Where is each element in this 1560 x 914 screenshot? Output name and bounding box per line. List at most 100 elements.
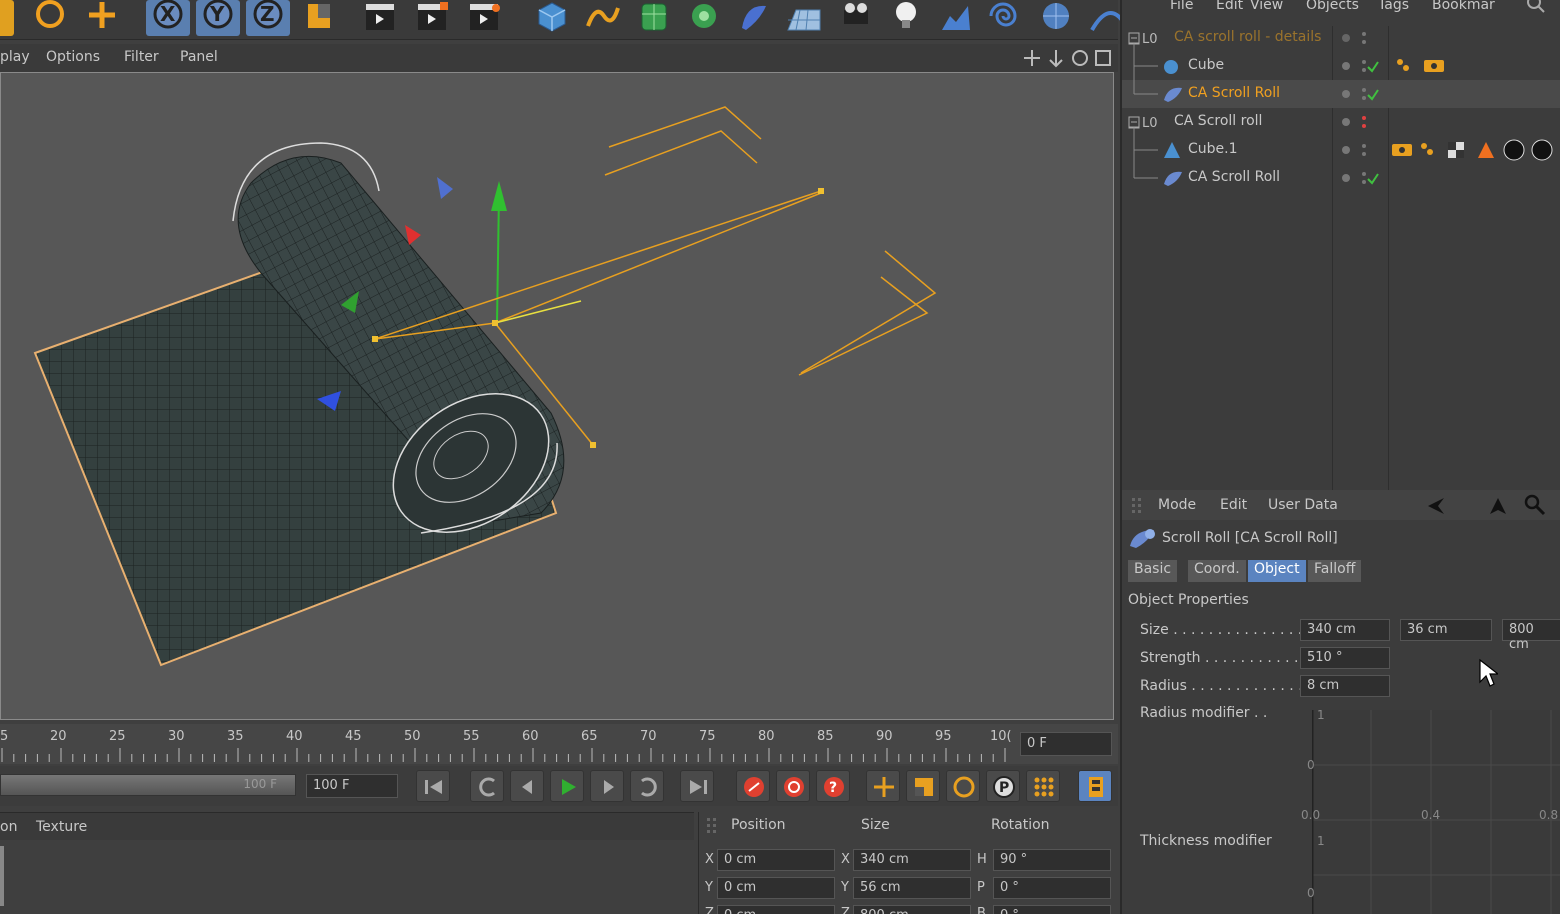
menu-bookmarks[interactable]: Bookmar xyxy=(1432,0,1495,13)
visibility-dots-icon[interactable] xyxy=(1340,114,1370,130)
position-y-field[interactable]: 0 cm xyxy=(717,877,835,899)
position-x-field[interactable]: 0 cm xyxy=(717,849,835,871)
floor-icon[interactable] xyxy=(782,0,826,36)
z-axis-lock-icon[interactable]: Z xyxy=(246,0,290,36)
rotate-tool-icon[interactable] xyxy=(28,0,72,36)
menu-texture[interactable]: Texture xyxy=(36,819,87,835)
menu-options[interactable]: Options xyxy=(46,49,100,65)
timeline-window-icon[interactable] xyxy=(1078,770,1112,802)
deformer-icon[interactable] xyxy=(732,0,776,36)
size-z-label: Z xyxy=(841,906,850,914)
y-axis-lock-icon[interactable]: Y xyxy=(196,0,240,36)
rotation-p-field[interactable]: 0 ° xyxy=(993,877,1111,899)
object-name: CA Scroll Roll xyxy=(1188,169,1281,185)
radius-field[interactable]: 8 cm xyxy=(1300,675,1390,697)
coordinate-system-icon[interactable] xyxy=(298,0,342,36)
cube-primitive-icon[interactable] xyxy=(530,0,574,36)
menu-view[interactable]: View xyxy=(1250,0,1283,13)
search-icon[interactable] xyxy=(1524,494,1546,516)
object-row-null-details[interactable]: L0 CA scroll roll - details xyxy=(1122,24,1560,52)
add-icon[interactable] xyxy=(80,0,124,36)
back-arrow-icon[interactable] xyxy=(1426,496,1446,516)
menu-user-data[interactable]: User Data xyxy=(1268,497,1338,513)
visibility-check-icon[interactable] xyxy=(1340,86,1380,102)
render-view-icon[interactable] xyxy=(358,0,402,36)
object-row-cube-1[interactable]: Cube.1 xyxy=(1122,136,1560,164)
parameter-key-icon[interactable]: P xyxy=(986,770,1020,802)
mograph-cloner-icon[interactable] xyxy=(682,0,726,36)
visibility-check-icon[interactable] xyxy=(1340,170,1380,186)
render-picture-viewer-icon[interactable] xyxy=(410,0,454,36)
object-row-null-scroll-roll[interactable]: L0 CA Scroll roll xyxy=(1122,108,1560,136)
menu-edit[interactable]: Edit xyxy=(1216,0,1243,13)
previous-frame-button[interactable] xyxy=(510,770,544,802)
tab-basic[interactable]: Basic xyxy=(1128,560,1178,582)
live-select-icon[interactable] xyxy=(0,0,14,36)
end-frame-field[interactable]: 100 F xyxy=(306,774,398,798)
menu-mode[interactable]: Mode xyxy=(1158,497,1196,513)
visibility-dots-icon[interactable] xyxy=(1340,142,1370,158)
rotation-b-field[interactable]: 0 ° xyxy=(993,905,1111,914)
menu-objects[interactable]: Objects xyxy=(1306,0,1359,13)
hierarchy-tree-lines xyxy=(1128,32,1158,179)
tag-icons[interactable] xyxy=(1394,56,1454,76)
rotation-key-icon[interactable] xyxy=(946,770,980,802)
tab-falloff[interactable]: Falloff xyxy=(1308,560,1362,582)
size-y-field[interactable]: 36 cm xyxy=(1400,619,1492,641)
keyframe-selection-icon[interactable]: ? xyxy=(816,770,850,802)
next-key-button[interactable] xyxy=(630,770,664,802)
spline-pen-icon[interactable] xyxy=(580,0,624,36)
next-frame-button[interactable] xyxy=(590,770,624,802)
size-x-field[interactable]: 340 cm xyxy=(853,849,971,871)
position-key-icon[interactable] xyxy=(866,770,900,802)
object-row-scroll-roll-2[interactable]: CA Scroll Roll xyxy=(1122,164,1560,192)
previous-key-button[interactable] xyxy=(470,770,504,802)
menu-tags[interactable]: Tags xyxy=(1378,0,1409,13)
visibility-dots-icon[interactable] xyxy=(1340,30,1370,46)
material-manager-area[interactable] xyxy=(0,840,694,914)
up-arrow-icon[interactable] xyxy=(1488,496,1508,516)
object-row-cube[interactable]: Cube xyxy=(1122,52,1560,80)
x-axis-lock-icon[interactable]: X xyxy=(146,0,190,36)
hair-icon[interactable] xyxy=(1084,0,1124,36)
size-x-field[interactable]: 340 cm xyxy=(1300,619,1390,641)
tag-icons[interactable] xyxy=(1390,138,1560,162)
menu-edit[interactable]: Edit xyxy=(1220,497,1247,513)
menu-file[interactable]: File xyxy=(1170,0,1193,13)
3d-viewport[interactable] xyxy=(0,72,1114,720)
dynamics-icon[interactable] xyxy=(1034,0,1078,36)
menu-filter[interactable]: Filter xyxy=(124,49,159,65)
size-z-field[interactable]: 800 cm xyxy=(853,905,971,914)
object-row-scroll-roll-selected[interactable]: CA Scroll Roll xyxy=(1122,80,1560,108)
size-z-field[interactable]: 800 cm xyxy=(1502,619,1560,652)
play-forward-button[interactable] xyxy=(550,770,584,802)
camera-icon[interactable] xyxy=(834,0,878,36)
menu-function[interactable]: on xyxy=(0,819,17,835)
autokey-icon[interactable] xyxy=(776,770,810,802)
scale-key-icon[interactable] xyxy=(906,770,940,802)
light-icon[interactable] xyxy=(884,0,928,36)
spline-curve-graph[interactable]: 1 0 0.0 0.4 0.8 1 0 xyxy=(1301,708,1560,914)
rotation-h-field[interactable]: 90 ° xyxy=(993,849,1111,871)
material-scrollbar[interactable] xyxy=(0,846,4,906)
strength-field[interactable]: 510 ° xyxy=(1300,647,1390,669)
tab-coord[interactable]: Coord. xyxy=(1188,560,1246,582)
go-to-start-button[interactable] xyxy=(416,770,450,802)
go-to-end-button[interactable] xyxy=(680,770,714,802)
position-z-field[interactable]: 0 cm xyxy=(717,905,835,914)
size-y-field[interactable]: 56 cm xyxy=(853,877,971,899)
render-settings-icon[interactable] xyxy=(462,0,506,36)
record-keys-icon[interactable] xyxy=(736,770,770,802)
timeline-ruler[interactable]: 5 20 25 30 35 40 45 50 55 60 65 70 75 80… xyxy=(0,724,1118,764)
current-frame-field[interactable]: 0 F xyxy=(1020,732,1112,756)
tab-object[interactable]: Object xyxy=(1248,560,1306,582)
menu-panel[interactable]: Panel xyxy=(180,49,218,65)
menu-display[interactable]: play xyxy=(0,49,30,65)
spline-spiral-icon[interactable] xyxy=(984,0,1028,36)
visibility-check-icon[interactable] xyxy=(1340,58,1380,74)
subdivision-surface-icon[interactable] xyxy=(632,0,676,36)
point-level-animation-icon[interactable] xyxy=(1026,770,1060,802)
search-icon[interactable] xyxy=(1526,0,1546,14)
frame-range-slider[interactable]: 100 F xyxy=(0,774,296,796)
sculpt-icon[interactable] xyxy=(934,0,978,36)
